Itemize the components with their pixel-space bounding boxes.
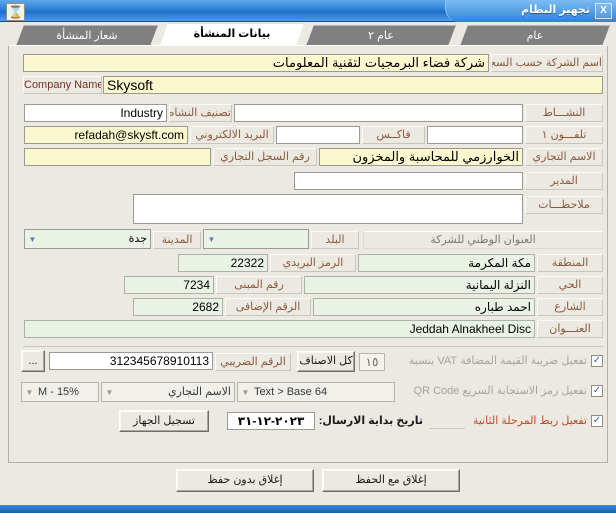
enable-phase2-checkbox[interactable]: ✓: [591, 415, 603, 427]
enable-qr-label: تفعيل رمز الاستجابة السريع QR Code: [413, 385, 587, 397]
qr-encoding-select[interactable]: ▼ Text > Base 64: [237, 382, 395, 402]
region-label: المنطقة: [537, 254, 603, 272]
qr-mode-select[interactable]: ▼ M - 15%: [21, 382, 99, 402]
trade-name-label: الاسم التجاري: [525, 148, 603, 166]
close-icon[interactable]: X: [595, 3, 612, 19]
fax-input[interactable]: [276, 126, 360, 144]
postal-code-input[interactable]: 22322: [178, 254, 268, 272]
tab-company-data[interactable]: بيانات المنشأة: [160, 23, 304, 46]
qr-source-value: الاسم التجاري: [167, 386, 231, 398]
vat-percent-input[interactable]: ١٥: [359, 353, 385, 371]
enable-phase2-label: تفعيل ربط المرحلة الثانية: [472, 415, 587, 427]
browse-button[interactable]: ...: [21, 350, 45, 372]
taskbar: [0, 505, 616, 513]
enable-vat-checkbox[interactable]: ✓: [591, 355, 603, 367]
tab-company-logo[interactable]: شعار المنشأة: [16, 25, 158, 46]
email-label: البريد الالكتروني: [190, 126, 274, 144]
send-start-date-label: تاريخ بداية الارسال:: [318, 415, 423, 427]
notes-input[interactable]: [133, 194, 523, 224]
street-input[interactable]: احمد طباره: [313, 298, 535, 316]
activity-label: النشـــاط: [525, 104, 603, 122]
company-data-panel: اسم الشركة حسب السجل شركة فضاء البرمجيات…: [8, 45, 608, 463]
divider: [23, 346, 603, 347]
chevron-down-icon: ▼: [207, 235, 216, 244]
city-label: المدينة: [153, 231, 201, 249]
fax-label: فاكــس: [362, 126, 425, 144]
enable-qr-row[interactable]: ✓ تفعيل رمز الاستجابة السريع QR Code: [401, 384, 603, 400]
city-select[interactable]: ▼ جدة: [24, 229, 151, 249]
activity-class-input[interactable]: Industry: [24, 104, 167, 122]
send-start-date-input[interactable]: ٢٠٢٣-١٢-٣١: [227, 412, 315, 430]
building-number-label: رقم المبنى: [216, 276, 302, 294]
tab-strip: عام عام ٢ بيانات المنشأة شعار المنشأة: [0, 22, 616, 46]
tax-number-input[interactable]: 312345678910113: [49, 352, 213, 370]
additional-number-input[interactable]: 2682: [133, 298, 223, 316]
region-input[interactable]: مكة المكرمة: [358, 254, 535, 272]
company-registry-name-input[interactable]: شركة فضاء البرمجيات لتقنية المعلومات: [23, 54, 489, 72]
enable-vat-label: تفعيل ضريبة القيمة المضافة VAT بنسبة: [408, 355, 587, 367]
window-title: تجهيز النظام: [520, 4, 590, 16]
notes-label: ملاحظـــات: [525, 196, 603, 214]
email-input[interactable]: refadah@skysft.com: [24, 126, 188, 144]
all-items-button[interactable]: كل الاصناف: [297, 351, 355, 372]
company-registry-name-label: اسم الشركة حسب السجل: [491, 54, 603, 72]
enable-vat-row[interactable]: ✓ تفعيل ضريبة القيمة المضافة VAT بنسبة: [387, 354, 603, 370]
tab-general-2[interactable]: عام ٢: [306, 25, 456, 46]
company-name-en-label: Company Name: [23, 76, 102, 94]
qr-mode-value: M - 15%: [38, 386, 79, 398]
activity-input[interactable]: [234, 104, 523, 122]
postal-code-label: الرمز البريدي: [270, 254, 356, 272]
close-without-save-button[interactable]: إغلاق بدون حفظ: [176, 469, 314, 492]
district-input[interactable]: النزلة اليمانية: [304, 276, 535, 294]
hourglass-icon: ⌛: [6, 3, 25, 21]
enable-phase2-row[interactable]: ✓ تفعيل ربط المرحلة الثانية: [467, 414, 603, 430]
cr-number-label: رقم السجل التجاري: [213, 148, 317, 166]
manager-label: المدير: [525, 172, 603, 190]
qr-source-select[interactable]: ▼ الاسم التجاري: [101, 382, 235, 402]
application-window: ⌛ تجهيز النظام X عام عام ٢ بيانات المنشأ…: [0, 0, 616, 513]
cr-number-input[interactable]: [24, 148, 211, 166]
chevron-down-icon: ▼: [25, 388, 34, 397]
tax-number-label: الرقم الضريبي: [215, 353, 291, 371]
national-address-header: العنوان الوطني للشركة: [363, 231, 603, 249]
address-label: العنـــوان: [537, 320, 603, 338]
address-input[interactable]: Jeddah Alnakheel Disc: [24, 320, 535, 338]
tab-general[interactable]: عام: [460, 25, 610, 46]
city-value: جدة: [128, 233, 147, 245]
company-name-en-input[interactable]: Skysoft: [103, 76, 603, 94]
trade-name-input[interactable]: الخوارزمي للمحاسبة والمخزون: [319, 148, 523, 166]
chevron-down-icon: ▼: [28, 235, 37, 244]
enable-qr-checkbox[interactable]: ✓: [591, 385, 603, 397]
additional-number-label: الرقم الإضافى: [225, 298, 311, 316]
spacer-underline: [429, 428, 465, 429]
qr-encoding-value: Text > Base 64: [254, 386, 328, 398]
manager-input[interactable]: [294, 172, 523, 190]
country-label: البلد: [311, 231, 359, 249]
phone-input[interactable]: [427, 126, 523, 144]
district-label: الحي: [537, 276, 603, 294]
activity-class-label: تصنيف النشاط: [169, 104, 232, 122]
phone-label: تلفـــون ١: [525, 126, 603, 144]
save-and-close-button[interactable]: إغلاق مع الحفظ: [322, 469, 460, 492]
building-number-input[interactable]: 7234: [124, 276, 214, 294]
street-label: الشارع: [537, 298, 603, 316]
chevron-down-icon: ▼: [105, 388, 114, 397]
chevron-down-icon: ▼: [241, 388, 250, 397]
register-device-button[interactable]: تسجيل الجهاز: [119, 410, 209, 432]
title-bar: ⌛ تجهيز النظام X: [0, 0, 616, 22]
country-select[interactable]: ▼: [203, 229, 309, 249]
